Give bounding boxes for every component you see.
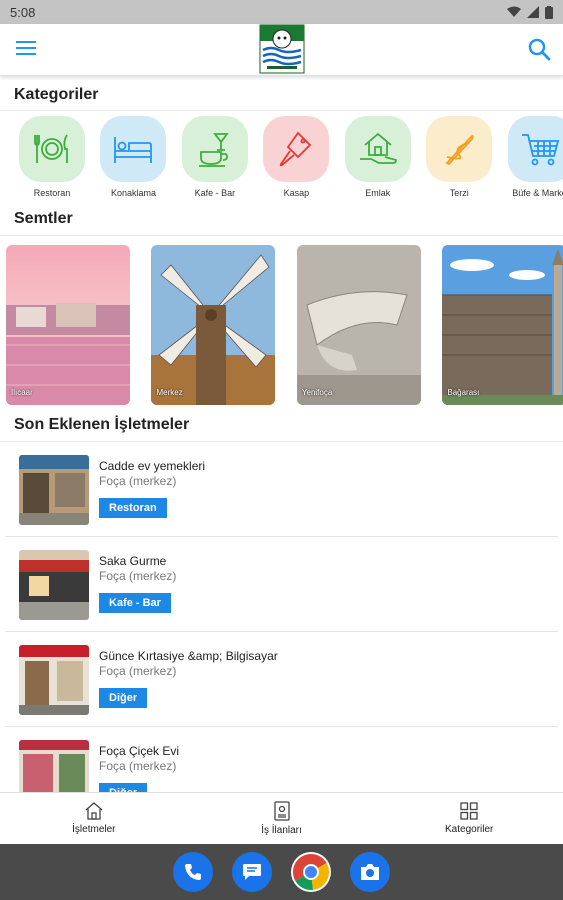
category-badge[interactable]: Restoran	[99, 498, 167, 518]
districts-row: İlıcaar Merkez Yenifoça Bağarası	[6, 245, 563, 405]
chrome-icon[interactable]	[291, 852, 331, 892]
app-bar	[0, 24, 563, 76]
business-photo	[19, 550, 89, 620]
needle-icon	[445, 134, 474, 166]
category-kasap[interactable]: Kasap	[263, 116, 330, 198]
business-location: Foça (merkez)	[99, 759, 177, 773]
cart-icon	[521, 134, 559, 166]
bed-icon	[114, 137, 153, 163]
status-bar: 5:08	[0, 0, 563, 24]
category-terzi[interactable]: Terzi	[426, 116, 493, 198]
categories-title: Kategoriler	[14, 86, 99, 103]
business-location: Foça (merkez)	[99, 474, 177, 488]
battery-icon	[545, 5, 553, 19]
nav-categories[interactable]: Kategoriler	[375, 793, 563, 844]
district-photo	[151, 245, 276, 405]
job-listing-icon	[273, 801, 290, 821]
cafe-icon	[198, 133, 229, 167]
restaurant-icon	[34, 134, 68, 163]
business-item[interactable]: Cadde ev yemekleri Foça (merkez) Restora…	[5, 442, 558, 537]
storefront-icon	[85, 802, 103, 820]
business-item[interactable]: Saka Gurme Foça (merkez) Kafe - Bar	[5, 537, 558, 632]
house-hand-icon	[359, 132, 397, 164]
business-name: Saka Gurme	[99, 554, 167, 568]
category-bufe-market[interactable]: Büfe & Market	[507, 116, 563, 198]
system-dock	[0, 844, 563, 900]
district-photo	[6, 245, 130, 405]
camera-icon[interactable]	[350, 852, 390, 892]
business-item[interactable]: Günce Kırtasiye &amp; Bilgisayar Foça (m…	[5, 632, 558, 727]
category-kafe-bar[interactable]: Kafe - Bar	[181, 116, 248, 198]
divider	[0, 110, 563, 111]
wifi-icon	[507, 6, 521, 17]
business-name: Günce Kırtasiye &amp; Bilgisayar	[99, 649, 278, 663]
grid-icon	[460, 802, 478, 820]
business-photo	[19, 740, 89, 792]
business-name: Foça Çiçek Evi	[99, 744, 180, 758]
signal-icon	[527, 6, 539, 18]
recent-title: Son Eklenen İşletmeler	[14, 416, 190, 433]
district-card-ilicaar[interactable]: İlıcaar	[6, 245, 130, 405]
category-konaklama[interactable]: Konaklama	[100, 116, 167, 198]
category-badge[interactable]: Diğer	[99, 688, 148, 708]
district-photo	[296, 245, 421, 405]
nav-jobs[interactable]: İş İlanları	[188, 793, 376, 844]
category-emlak[interactable]: Emlak	[344, 116, 411, 198]
app-logo	[259, 24, 305, 74]
district-photo	[442, 245, 563, 405]
phone-icon[interactable]	[173, 852, 213, 892]
category-restoran[interactable]: Restoran	[19, 116, 85, 198]
business-location: Foça (merkez)	[99, 664, 177, 678]
district-card-yenifoca[interactable]: Yenifoça	[296, 245, 421, 405]
messages-icon[interactable]	[232, 852, 272, 892]
cleaver-icon	[280, 131, 312, 167]
business-list: Cadde ev yemekleri Foça (merkez) Restora…	[0, 442, 563, 792]
business-item[interactable]: Foça Çiçek Evi Foça (merkez) Diğer	[5, 727, 558, 792]
business-name: Cadde ev yemekleri	[99, 459, 206, 473]
search-icon[interactable]	[527, 37, 551, 61]
nav-businesses[interactable]: İşletmeler	[0, 793, 188, 844]
menu-icon[interactable]	[16, 41, 36, 57]
category-badge[interactable]: Kafe - Bar	[99, 593, 171, 613]
categories-row: Restoran Konaklama Kafe - Bar Kasap Emla…	[19, 116, 563, 200]
status-time: 5:08	[10, 4, 36, 20]
business-location: Foça (merkez)	[99, 569, 177, 583]
business-photo	[19, 455, 89, 525]
category-badge[interactable]: Diğer	[99, 783, 148, 792]
divider	[0, 235, 563, 236]
business-photo	[19, 645, 89, 715]
district-card-merkez[interactable]: Merkez	[151, 245, 276, 405]
district-card-bagarasi[interactable]: Bağarası	[442, 245, 563, 405]
districts-title: Semtler	[14, 210, 73, 227]
bottom-navigation: İşletmeler İş İlanları Kategoriler	[0, 792, 563, 844]
